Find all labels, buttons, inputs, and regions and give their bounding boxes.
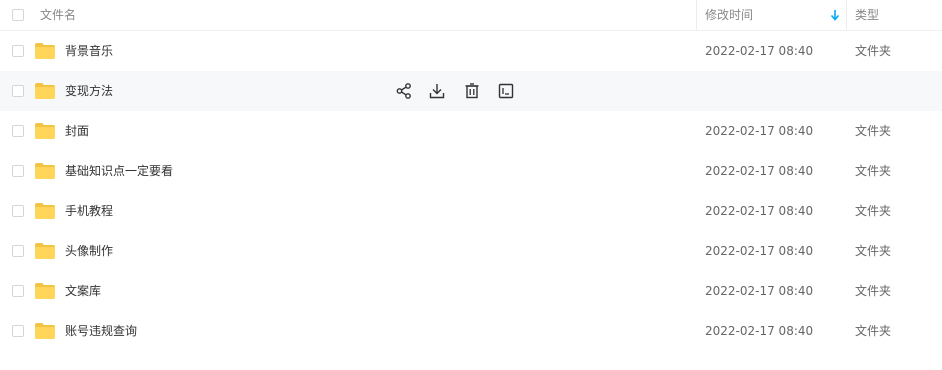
row-checkbox[interactable]: [12, 125, 24, 137]
file-list-header: 文件名 修改时间 类型: [0, 0, 942, 31]
file-name[interactable]: 背景音乐: [65, 31, 113, 71]
file-name[interactable]: 手机教程: [65, 191, 113, 231]
file-type: 文件夹: [855, 244, 892, 258]
file-row[interactable]: 背景音乐 2022-02-17 08:40 文件夹: [0, 31, 942, 71]
folder-icon: [35, 243, 55, 259]
file-row[interactable]: 头像制作 2022-02-17 08:40 文件夹: [0, 231, 942, 271]
sort-desc-icon[interactable]: [829, 9, 841, 21]
modified-time: 2022-02-17 08:40: [705, 284, 814, 298]
file-row[interactable]: 手机教程 2022-02-17 08:40 文件夹: [0, 191, 942, 231]
file-row[interactable]: 文案库 2022-02-17 08:40 文件夹: [0, 271, 942, 311]
row-checkbox[interactable]: [12, 45, 24, 57]
modified-time: 2022-02-17 08:40: [705, 244, 814, 258]
delete-icon[interactable]: [463, 82, 481, 100]
modified-time: 2022-02-17 08:40: [705, 324, 814, 338]
column-divider: [696, 0, 697, 30]
row-checkbox[interactable]: [12, 205, 24, 217]
file-name[interactable]: 基础知识点一定要看: [65, 151, 173, 191]
row-checkbox[interactable]: [12, 165, 24, 177]
file-row[interactable]: 变现方法: [0, 71, 942, 111]
modified-time: 2022-02-17 08:40: [705, 44, 814, 58]
file-row[interactable]: 账号违规查询 2022-02-17 08:40 文件夹: [0, 311, 942, 351]
file-name[interactable]: 变现方法: [65, 71, 113, 111]
modified-time: 2022-02-17 08:40: [705, 164, 814, 178]
file-type: 文件夹: [855, 284, 892, 298]
file-name[interactable]: 账号违规查询: [65, 311, 137, 351]
folder-icon: [35, 43, 55, 59]
column-header-name[interactable]: 文件名: [40, 0, 76, 30]
more-icon[interactable]: [497, 82, 515, 100]
folder-icon: [35, 83, 55, 99]
row-checkbox[interactable]: [12, 85, 24, 97]
file-name[interactable]: 封面: [65, 111, 89, 151]
column-divider: [846, 0, 847, 30]
column-header-modified[interactable]: 修改时间: [705, 0, 753, 30]
file-type: 文件夹: [855, 44, 892, 58]
file-type: 文件夹: [855, 164, 892, 178]
folder-icon: [35, 283, 55, 299]
row-checkbox[interactable]: [12, 285, 24, 297]
file-type: 文件夹: [855, 204, 892, 218]
file-type: 文件夹: [855, 324, 892, 338]
select-all-checkbox[interactable]: [12, 9, 24, 21]
column-header-type[interactable]: 类型: [855, 0, 879, 30]
folder-icon: [35, 323, 55, 339]
download-icon[interactable]: [428, 82, 446, 100]
share-icon[interactable]: [395, 82, 413, 100]
row-checkbox[interactable]: [12, 325, 24, 337]
file-type: 文件夹: [855, 124, 892, 138]
file-name[interactable]: 文案库: [65, 271, 101, 311]
modified-time: 2022-02-17 08:40: [705, 124, 814, 138]
file-row[interactable]: 封面 2022-02-17 08:40 文件夹: [0, 111, 942, 151]
row-checkbox[interactable]: [12, 245, 24, 257]
file-name[interactable]: 头像制作: [65, 231, 113, 271]
file-list: 背景音乐 2022-02-17 08:40 文件夹 变现方法 封面 2022-02-17 …: [0, 31, 942, 351]
folder-icon: [35, 203, 55, 219]
folder-icon: [35, 123, 55, 139]
modified-time: 2022-02-17 08:40: [705, 204, 814, 218]
folder-icon: [35, 163, 55, 179]
file-row[interactable]: 基础知识点一定要看 2022-02-17 08:40 文件夹: [0, 151, 942, 191]
